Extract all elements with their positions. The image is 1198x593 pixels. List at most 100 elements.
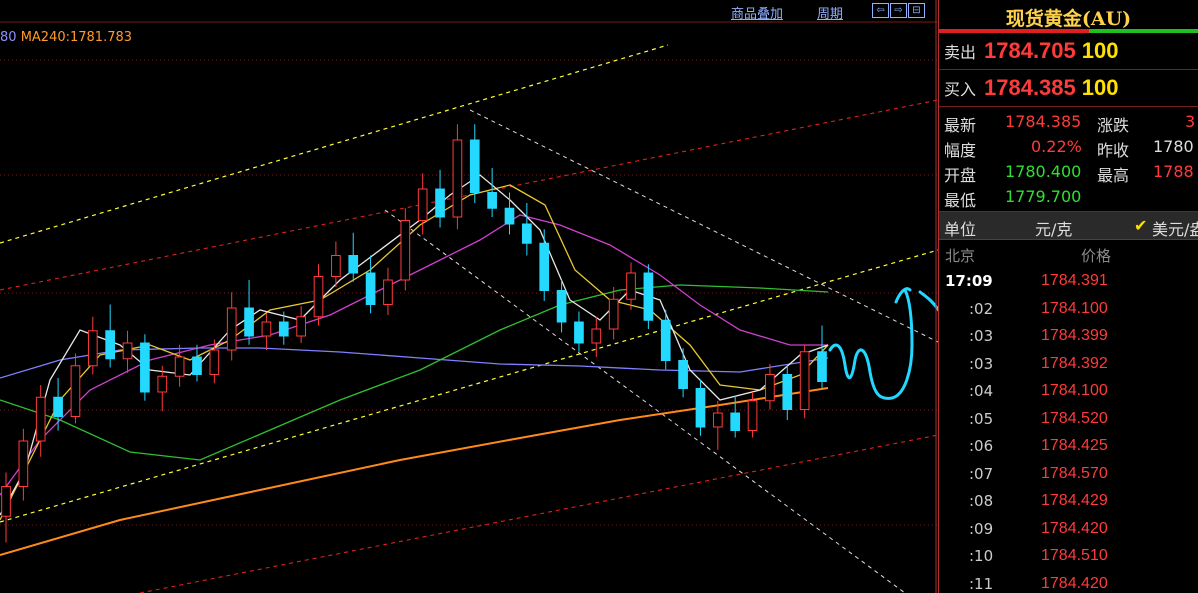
candle-body	[157, 375, 168, 393]
change-label: 涨跌	[1097, 116, 1130, 135]
tick-location: 北京	[945, 247, 976, 265]
tick-price: 1784.100	[1041, 382, 1108, 399]
tick-time: :10	[969, 547, 994, 565]
tick-price: 1784.425	[1041, 437, 1108, 454]
prev-close-value: 1780	[1153, 137, 1194, 156]
period-link[interactable]: 周期	[817, 3, 843, 22]
nav-buttons: ⇦ ⇨ ⊟	[872, 3, 925, 18]
scroll-left-icon[interactable]: ⇦	[872, 3, 889, 18]
candle-body	[678, 360, 688, 389]
stats-block: 最新 1784.385 涨跌 3 幅度 0.22% 昨收 1780 开盘 178…	[939, 107, 1198, 212]
candle-body	[122, 342, 133, 360]
tick-row: 17:09 1784.391	[939, 267, 1198, 295]
tick-time: :03	[969, 327, 994, 345]
candle-body	[278, 321, 289, 337]
tick-price: 1784.570	[1041, 464, 1108, 482]
candle-body	[18, 440, 29, 487]
sell-volume: 100	[1081, 38, 1119, 63]
candle-body	[417, 188, 428, 221]
overlay-commodity-link[interactable]: 商品叠加	[731, 3, 783, 22]
candle-body	[70, 365, 81, 417]
candle-body	[608, 298, 619, 330]
tick-time: :06	[969, 437, 994, 455]
tick-price: 1784.520	[1041, 409, 1108, 427]
candle-body	[504, 207, 515, 225]
candle-body	[383, 279, 393, 305]
candle-body	[192, 356, 202, 375]
chart-canvas[interactable]	[0, 0, 938, 593]
candle-body	[105, 330, 116, 360]
tick-row: :09 1784.420	[939, 515, 1198, 543]
candle-body	[331, 255, 341, 277]
candle-body	[539, 242, 550, 291]
candle-body	[244, 307, 254, 337]
open-value: 1780.400	[1005, 162, 1082, 181]
candle-body	[174, 356, 185, 377]
tick-row: :10 1784.510	[939, 542, 1198, 570]
ma240-value: MA240:1781.783	[20, 30, 133, 45]
buy-row: 买入 1784.385 100	[939, 70, 1198, 107]
candle-body	[556, 290, 567, 323]
buy-label: 买入	[944, 80, 977, 99]
tick-time: :04	[969, 382, 994, 400]
tick-price: 1784.420	[1041, 574, 1108, 592]
tick-price: 1784.420	[1041, 519, 1108, 537]
low-value: 1779.700	[1005, 187, 1082, 206]
latest-label: 最新	[944, 116, 977, 135]
sell-label: 卖出	[944, 43, 977, 62]
tick-header: 北京 价格	[939, 240, 1198, 267]
amplitude-label: 幅度	[944, 141, 977, 160]
tick-price: 1784.429	[1041, 492, 1108, 509]
unit-alt[interactable]: 美元/盎	[1152, 216, 1198, 240]
sell-price: 1784.705	[984, 38, 1076, 63]
tick-time: 17:09	[945, 272, 993, 290]
tick-time: :09	[969, 519, 994, 538]
tick-row: :03 1784.399	[939, 322, 1198, 350]
candle-body	[313, 276, 324, 318]
candle-body	[469, 139, 480, 193]
open-label: 开盘	[944, 166, 977, 185]
candle-body	[574, 321, 584, 344]
channel-lower-red	[139, 434, 938, 593]
tick-price: 1784.391	[1041, 272, 1108, 289]
trend-lower-white	[384, 209, 906, 593]
quote-panel: 现货黄金(AU) 卖出 1784.705 100 买入 1784.385 100…	[938, 0, 1198, 593]
candle-body	[209, 349, 220, 375]
candle-body	[782, 374, 793, 410]
tick-time: :03	[969, 354, 994, 373]
ma-legend: 80 MA240:1781.783	[0, 30, 132, 45]
candle-body	[296, 316, 306, 337]
panel-title-bar: 现货黄金(AU)	[939, 0, 1198, 33]
ma-legend-prefix: 80	[0, 30, 17, 45]
candle-body	[1, 486, 11, 517]
change-value: 3	[1185, 112, 1196, 131]
tick-row: :08 1784.429	[939, 487, 1198, 515]
hand-drawn-wave	[828, 288, 914, 400]
candle-body	[626, 272, 636, 300]
candle-body	[730, 412, 741, 431]
tick-row: :03 1784.392	[939, 350, 1198, 378]
tick-price: 1784.510	[1041, 547, 1108, 564]
unit-value[interactable]: 元/克	[1035, 216, 1072, 240]
candle-body	[799, 351, 810, 410]
tick-row: :11 1784.420	[939, 570, 1198, 593]
buy-volume: 100	[1081, 75, 1119, 100]
candle-body	[53, 396, 63, 417]
kline-chart[interactable]: 80 MA240:1781.783 商品叠加 周期 ⇦ ⇨ ⊟	[0, 0, 938, 593]
candle-body	[365, 272, 376, 305]
tick-row: :04 1784.100	[939, 377, 1198, 405]
tick-row: :02 1784.100	[939, 295, 1198, 323]
candle-body	[348, 255, 359, 274]
tick-time: :08	[969, 492, 994, 510]
tick-price: 1784.100	[1041, 299, 1108, 317]
candle-body	[140, 342, 150, 393]
scroll-right-icon[interactable]: ⇨	[890, 3, 907, 18]
high-label: 最高	[1097, 166, 1130, 185]
candle-body	[435, 188, 445, 218]
candle-body	[261, 321, 272, 337]
instrument-title: 现货黄金(AU)	[1005, 8, 1132, 30]
candle-body	[591, 328, 602, 344]
tick-price: 1784.392	[1041, 354, 1108, 372]
candle-body	[35, 396, 46, 442]
zoom-out-icon[interactable]: ⊟	[908, 3, 925, 18]
